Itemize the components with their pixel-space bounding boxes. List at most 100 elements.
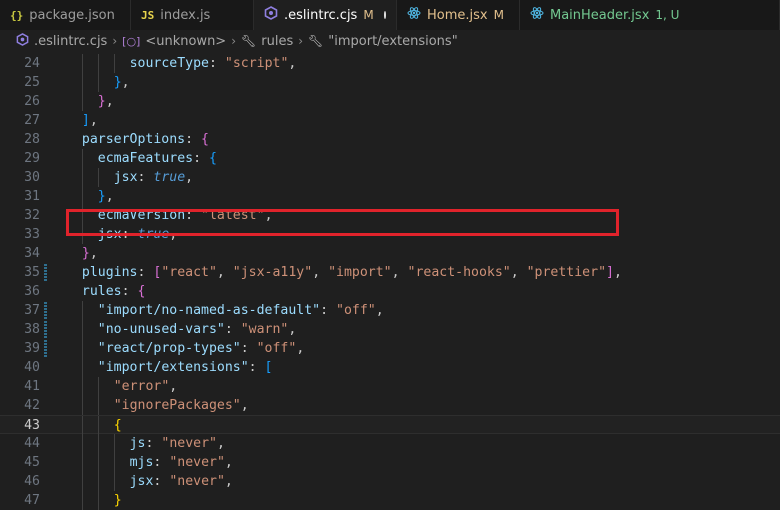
code-token: ecmaFeatures: [97, 151, 194, 166]
indent-guide: [81, 472, 83, 491]
indent-guide: [81, 54, 83, 73]
line-number: 43: [24, 418, 40, 433]
code-line[interactable]: 42 "ignorePackages",: [0, 396, 780, 415]
code-text: ecmaFeatures: {: [98, 149, 217, 168]
code-line[interactable]: 33 jsx: true,: [0, 225, 780, 244]
code-line[interactable]: 41 "error",: [0, 377, 780, 396]
code-token: "off": [256, 341, 297, 356]
code-text: rules: {: [82, 282, 146, 301]
code-token: ,: [185, 170, 194, 185]
code-line[interactable]: 29 ecmaFeatures: {: [0, 149, 780, 168]
chevron-right-icon: ›: [112, 34, 118, 48]
code-text: jsx: true,: [114, 168, 193, 187]
breadcrumb: .eslintrc.cjs › [○] <unknown> › 🔧︎ rules…: [0, 30, 780, 52]
tab-mainheader-jsx[interactable]: MainHeader.jsx 1, U: [520, 0, 780, 30]
code-token: {: [137, 284, 146, 299]
code-line[interactable]: 44 js: "never",: [0, 434, 780, 453]
code-token: ,: [288, 56, 297, 71]
code-line[interactable]: 25},: [0, 73, 780, 92]
code-line[interactable]: 26},: [0, 92, 780, 111]
code-token: :: [121, 284, 138, 299]
line-number: 26: [24, 94, 40, 109]
unsaved-dot-icon[interactable]: [383, 11, 386, 19]
code-line[interactable]: 24 sourceType: "script",: [0, 54, 780, 73]
line-number: 47: [24, 493, 40, 508]
code-line[interactable]: 36 rules: {: [0, 282, 780, 301]
code-token: rules: [81, 284, 122, 299]
code-token: "ignorePackages": [113, 398, 241, 413]
code-token: "react/prop-types": [97, 341, 241, 356]
code-token: "import/no-named-as-default": [97, 303, 321, 318]
code-line[interactable]: 39 "react/prop-types": "off",: [0, 339, 780, 358]
indent-guide: [81, 434, 83, 453]
line-number: 45: [24, 455, 40, 470]
breadcrumb-unknown[interactable]: <unknown>: [145, 34, 226, 49]
code-token: "script": [224, 56, 289, 71]
code-text: "react/prop-types": "off",: [98, 339, 304, 358]
code-line[interactable]: 46 jsx: "never",: [0, 472, 780, 491]
git-status-badge: M: [493, 8, 504, 22]
breadcrumb-rules[interactable]: rules: [261, 34, 293, 49]
code-text: }: [114, 491, 122, 510]
code-token: }: [113, 493, 122, 508]
code-token: "error": [113, 379, 170, 394]
line-number: 41: [24, 379, 40, 394]
code-token: :: [153, 474, 170, 489]
breadcrumb-import-extensions[interactable]: "import/extensions": [328, 34, 457, 49]
indent-guide: [81, 377, 83, 396]
code-token: :: [320, 303, 336, 318]
code-line[interactable]: 45 mjs: "never",: [0, 453, 780, 472]
indent-guide: [113, 453, 115, 472]
tab-label: index.js: [160, 7, 211, 23]
tab-eslintrc[interactable]: .eslintrc.cjs M: [254, 0, 397, 30]
code-token: ,: [216, 436, 225, 451]
git-status-badge: M: [363, 8, 374, 22]
code-token: ,: [224, 455, 233, 470]
line-number: 31: [24, 189, 40, 204]
code-token: ,: [240, 398, 249, 413]
indent-guide: [97, 168, 99, 187]
code-text: jsx: true,: [98, 225, 177, 244]
code-token: ,: [224, 474, 233, 489]
code-token: [: [264, 360, 273, 375]
code-line[interactable]: 35 plugins: ["react", "jsx-a11y", "import…: [0, 263, 780, 282]
code-line[interactable]: 32 ecmaVersion: "latest",: [0, 206, 780, 225]
code-line[interactable]: 27],: [0, 111, 780, 130]
code-token: }: [97, 189, 106, 204]
line-number: 29: [24, 151, 40, 166]
indent-guide: [97, 472, 99, 491]
code-token: ecmaVersion: [97, 208, 186, 223]
line-number: 27: [24, 113, 40, 128]
tab-index-js[interactable]: JS index.js: [131, 0, 254, 30]
code-line[interactable]: 47}: [0, 491, 780, 510]
indent-guide: [81, 358, 83, 377]
code-line[interactable]: 40 "import/extensions": [: [0, 358, 780, 377]
code-token: ,: [613, 265, 622, 280]
code-line[interactable]: 31},: [0, 187, 780, 206]
code-token: ,: [169, 379, 178, 394]
code-line[interactable]: 34},: [0, 244, 780, 263]
tab-home-jsx[interactable]: Home.jsx M: [397, 0, 520, 30]
breadcrumb-file[interactable]: .eslintrc.cjs: [34, 34, 107, 49]
code-editor[interactable]: 24 sourceType: "script", 25}, 26}, 27], 28 par…: [0, 54, 780, 510]
code-line[interactable]: 37 "import/no-named-as-default": "off",: [0, 301, 780, 320]
modified-line-indicator[interactable]: [44, 264, 47, 281]
indent-guide: [81, 396, 83, 415]
modified-line-indicator[interactable]: [44, 340, 47, 357]
code-line[interactable]: 28 parserOptions: {: [0, 130, 780, 149]
code-text: "ignorePackages",: [114, 396, 249, 415]
code-token: ,: [105, 189, 114, 204]
modified-line-indicator[interactable]: [44, 302, 47, 319]
code-token: ,: [510, 265, 527, 280]
code-line[interactable]: 30 jsx: true,: [0, 168, 780, 187]
code-text: parserOptions: {: [82, 130, 209, 149]
modified-line-indicator[interactable]: [44, 321, 47, 338]
code-token: {: [113, 418, 122, 433]
code-line[interactable]: 38 "no-unused-vars": "warn",: [0, 320, 780, 339]
tab-label: package.json: [29, 7, 115, 23]
code-text: },: [98, 92, 114, 111]
code-token: "jsx-a11y": [232, 265, 313, 280]
code-line[interactable]: 43 {: [0, 415, 780, 435]
tab-package-json[interactable]: {} package.json: [0, 0, 131, 30]
variable-icon: [○]: [122, 34, 141, 48]
